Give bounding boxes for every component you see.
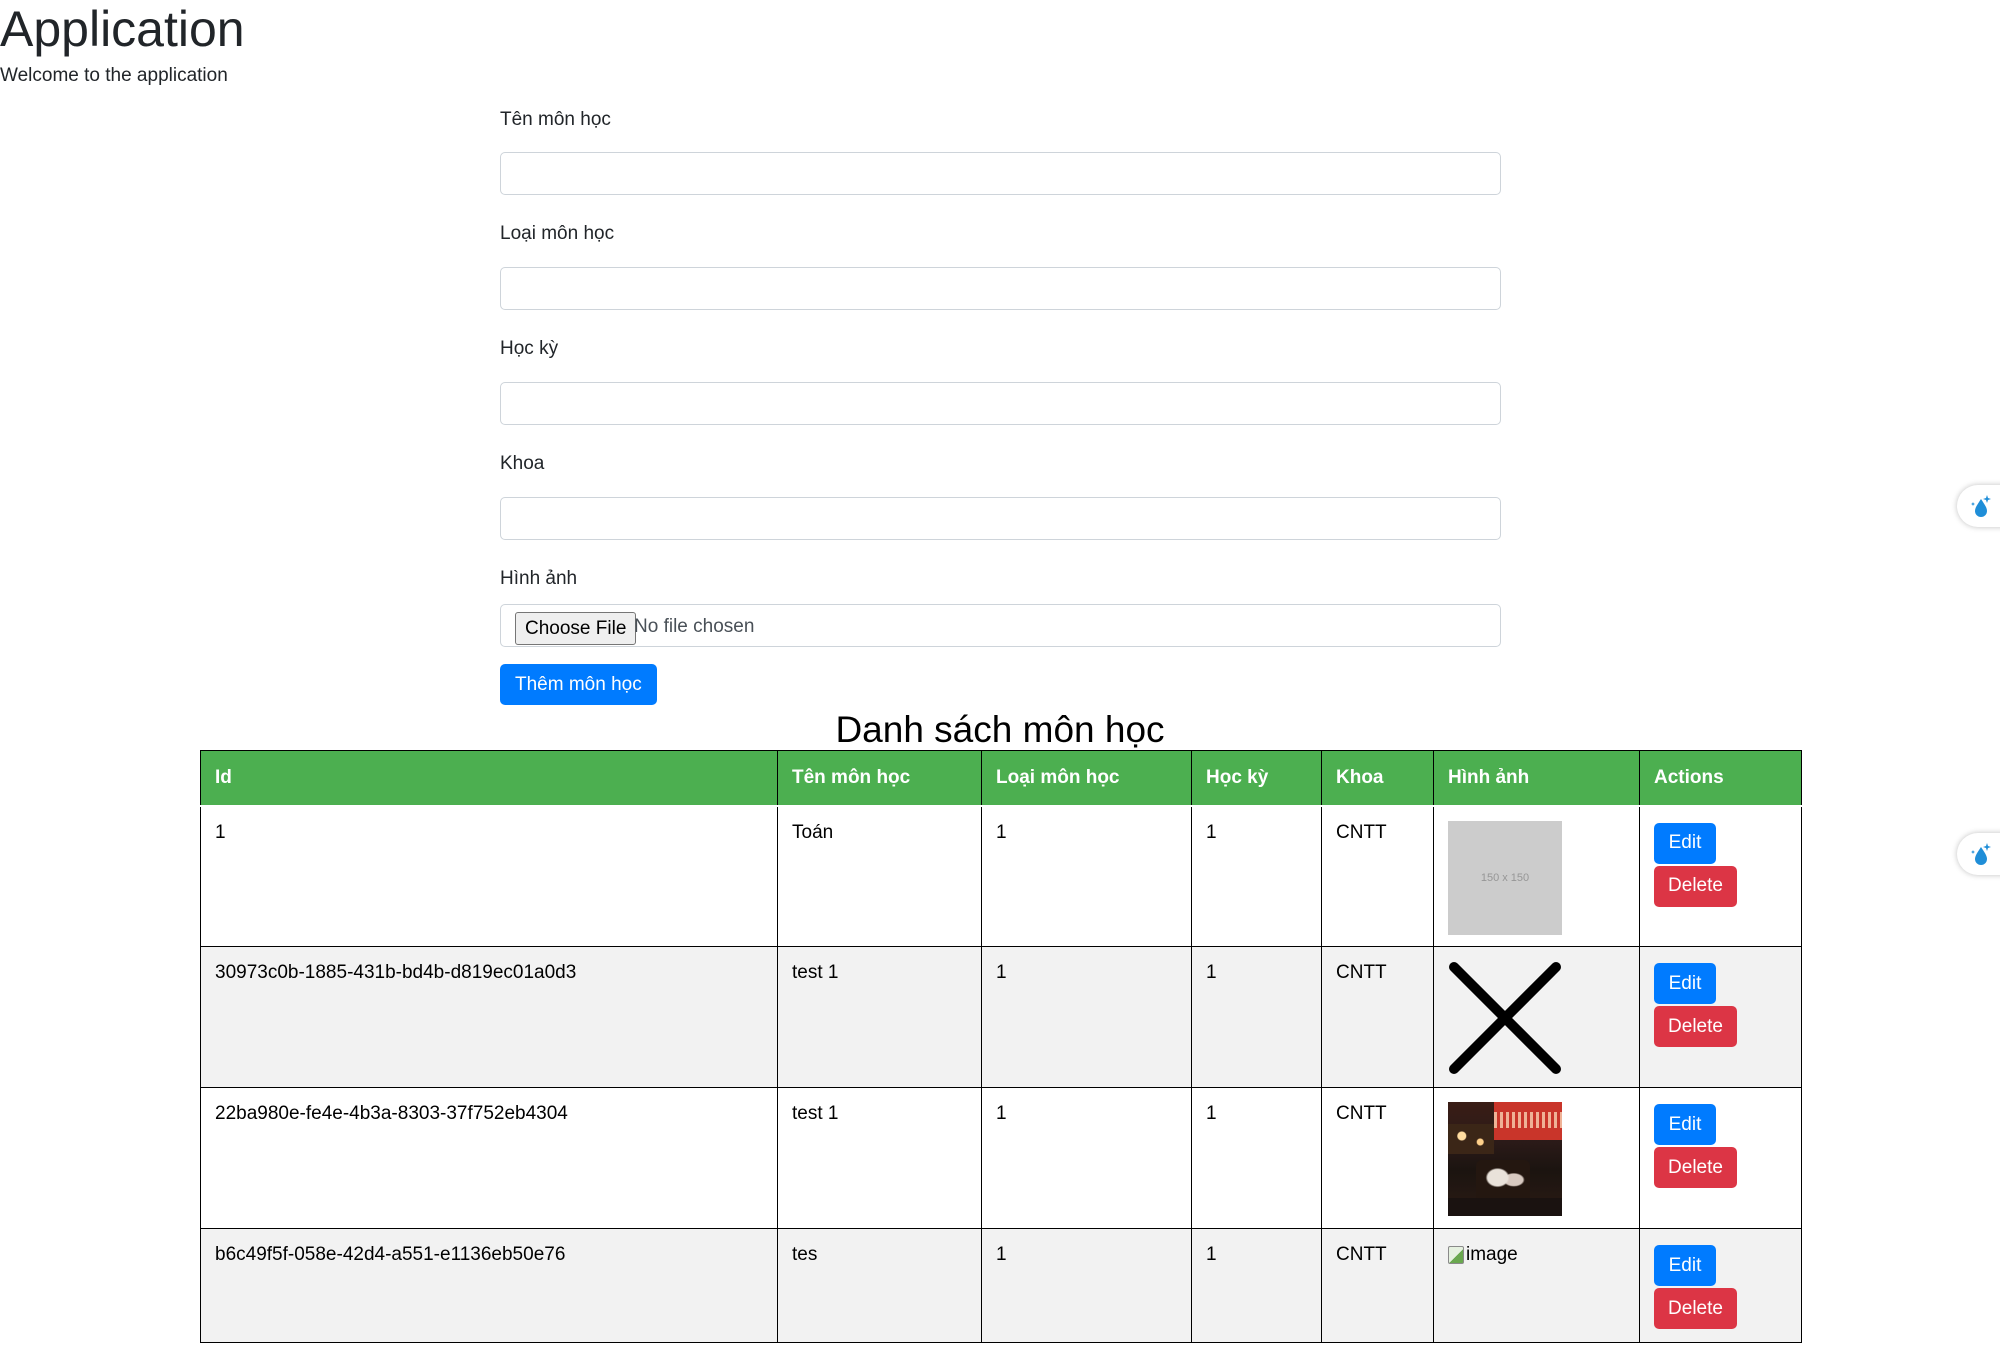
cell-actions: Edit Delete <box>1639 946 1802 1088</box>
cell-faculty: CNTT <box>1321 1087 1434 1229</box>
cell-name: tes <box>777 1228 982 1343</box>
course-table: Id Tên môn học Loại môn học Học kỳ Khoa … <box>200 750 1802 1343</box>
cell-id: 30973c0b-1885-431b-bd4b-d819ec01a0d3 <box>200 946 778 1088</box>
column-header-semester: Học kỳ <box>1191 750 1322 807</box>
column-header-type: Loại môn học <box>981 750 1192 807</box>
cell-image: 150 x 150 <box>1433 805 1640 947</box>
cell-image <box>1433 946 1640 1088</box>
cell-type: 1 <box>981 1228 1192 1343</box>
cell-actions: Edit Delete <box>1639 1087 1802 1229</box>
choose-file-button[interactable]: Choose File <box>515 612 637 645</box>
course-list-title: Danh sách môn học <box>835 709 1165 750</box>
course-type-input[interactable] <box>500 267 1501 310</box>
broken-image-alt: image <box>1466 1244 1518 1265</box>
column-header-faculty: Khoa <box>1321 750 1434 807</box>
cell-id: b6c49f5f-058e-42d4-a551-e1136eb50e76 <box>200 1228 778 1343</box>
faculty-label: Khoa <box>500 453 545 474</box>
image-label: Hình ảnh <box>500 568 578 589</box>
course-type-label: Loại môn học <box>500 223 615 244</box>
cell-faculty: CNTT <box>1321 1228 1434 1343</box>
cell-semester: 1 <box>1191 1087 1322 1229</box>
delete-button[interactable]: Delete <box>1654 865 1737 907</box>
welcome-text: Welcome to the application <box>0 65 228 86</box>
cell-type: 1 <box>981 946 1192 1088</box>
page-title: Application <box>0 1 245 57</box>
add-course-button[interactable]: Thêm môn học <box>500 664 657 705</box>
placeholder-image: 150 x 150 <box>1448 820 1562 935</box>
cell-actions: Edit Delete <box>1639 805 1802 947</box>
broken-image: image <box>1448 1243 1518 1267</box>
x-mark-icon <box>1449 962 1561 1074</box>
cell-id: 22ba980e-fe4e-4b3a-8303-37f752eb4304 <box>200 1087 778 1229</box>
delete-button[interactable]: Delete <box>1654 1006 1737 1047</box>
edit-button[interactable]: Edit <box>1654 1104 1716 1145</box>
cell-name: Toán <box>777 805 982 947</box>
sparkle-drop-icon <box>1971 495 1991 517</box>
column-header-actions: Actions <box>1639 750 1802 807</box>
table-row: b6c49f5f-058e-42d4-a551-e1136eb50e76 tes… <box>200 1228 1802 1343</box>
course-name-label: Tên môn học <box>500 109 611 130</box>
cell-semester: 1 <box>1191 805 1322 947</box>
sparkle-drop-widget[interactable] <box>1957 485 2000 527</box>
cell-id: 1 <box>200 805 778 947</box>
table-row: 1 Toán 1 1 CNTT 150 x 150 Edit Delete <box>200 805 1802 947</box>
cell-image <box>1433 1087 1640 1229</box>
cell-semester: 1 <box>1191 946 1322 1088</box>
table-row: 22ba980e-fe4e-4b3a-8303-37f752eb4304 tes… <box>200 1087 1802 1229</box>
course-name-input[interactable] <box>500 152 1501 195</box>
semester-input[interactable] <box>500 382 1501 425</box>
edit-button[interactable]: Edit <box>1654 1245 1716 1286</box>
cell-faculty: CNTT <box>1321 946 1434 1088</box>
column-header-id: Id <box>200 750 778 807</box>
cell-name: test 1 <box>777 1087 982 1229</box>
no-file-text: No file chosen <box>634 616 755 637</box>
cell-type: 1 <box>981 1087 1192 1229</box>
placeholder-image-text: 150 x 150 <box>1480 871 1530 884</box>
delete-button[interactable]: Delete <box>1654 1288 1737 1329</box>
broken-image-icon <box>1448 1246 1464 1264</box>
cell-type: 1 <box>981 805 1192 947</box>
image-file-input[interactable]: Choose File No file chosen <box>500 604 1501 647</box>
semester-label: Học kỳ <box>500 338 559 359</box>
table-header-row: Id Tên môn học Loại môn học Học kỳ Khoa … <box>200 750 1802 807</box>
column-header-image: Hình ảnh <box>1433 750 1640 807</box>
cell-semester: 1 <box>1191 1228 1322 1343</box>
table-row: 30973c0b-1885-431b-bd4b-d819ec01a0d3 tes… <box>200 946 1802 1088</box>
edit-button[interactable]: Edit <box>1654 822 1716 864</box>
course-photo <box>1448 1102 1562 1216</box>
cell-faculty: CNTT <box>1321 805 1434 947</box>
faculty-input[interactable] <box>500 497 1501 540</box>
sparkle-drop-widget[interactable] <box>1957 833 2000 875</box>
delete-button[interactable]: Delete <box>1654 1147 1737 1188</box>
column-header-name: Tên môn học <box>777 750 982 807</box>
cell-actions: Edit Delete <box>1639 1228 1802 1343</box>
cell-image: image <box>1433 1228 1640 1343</box>
edit-button[interactable]: Edit <box>1654 963 1716 1004</box>
cell-name: test 1 <box>777 946 982 1088</box>
sparkle-drop-icon <box>1971 843 1991 865</box>
